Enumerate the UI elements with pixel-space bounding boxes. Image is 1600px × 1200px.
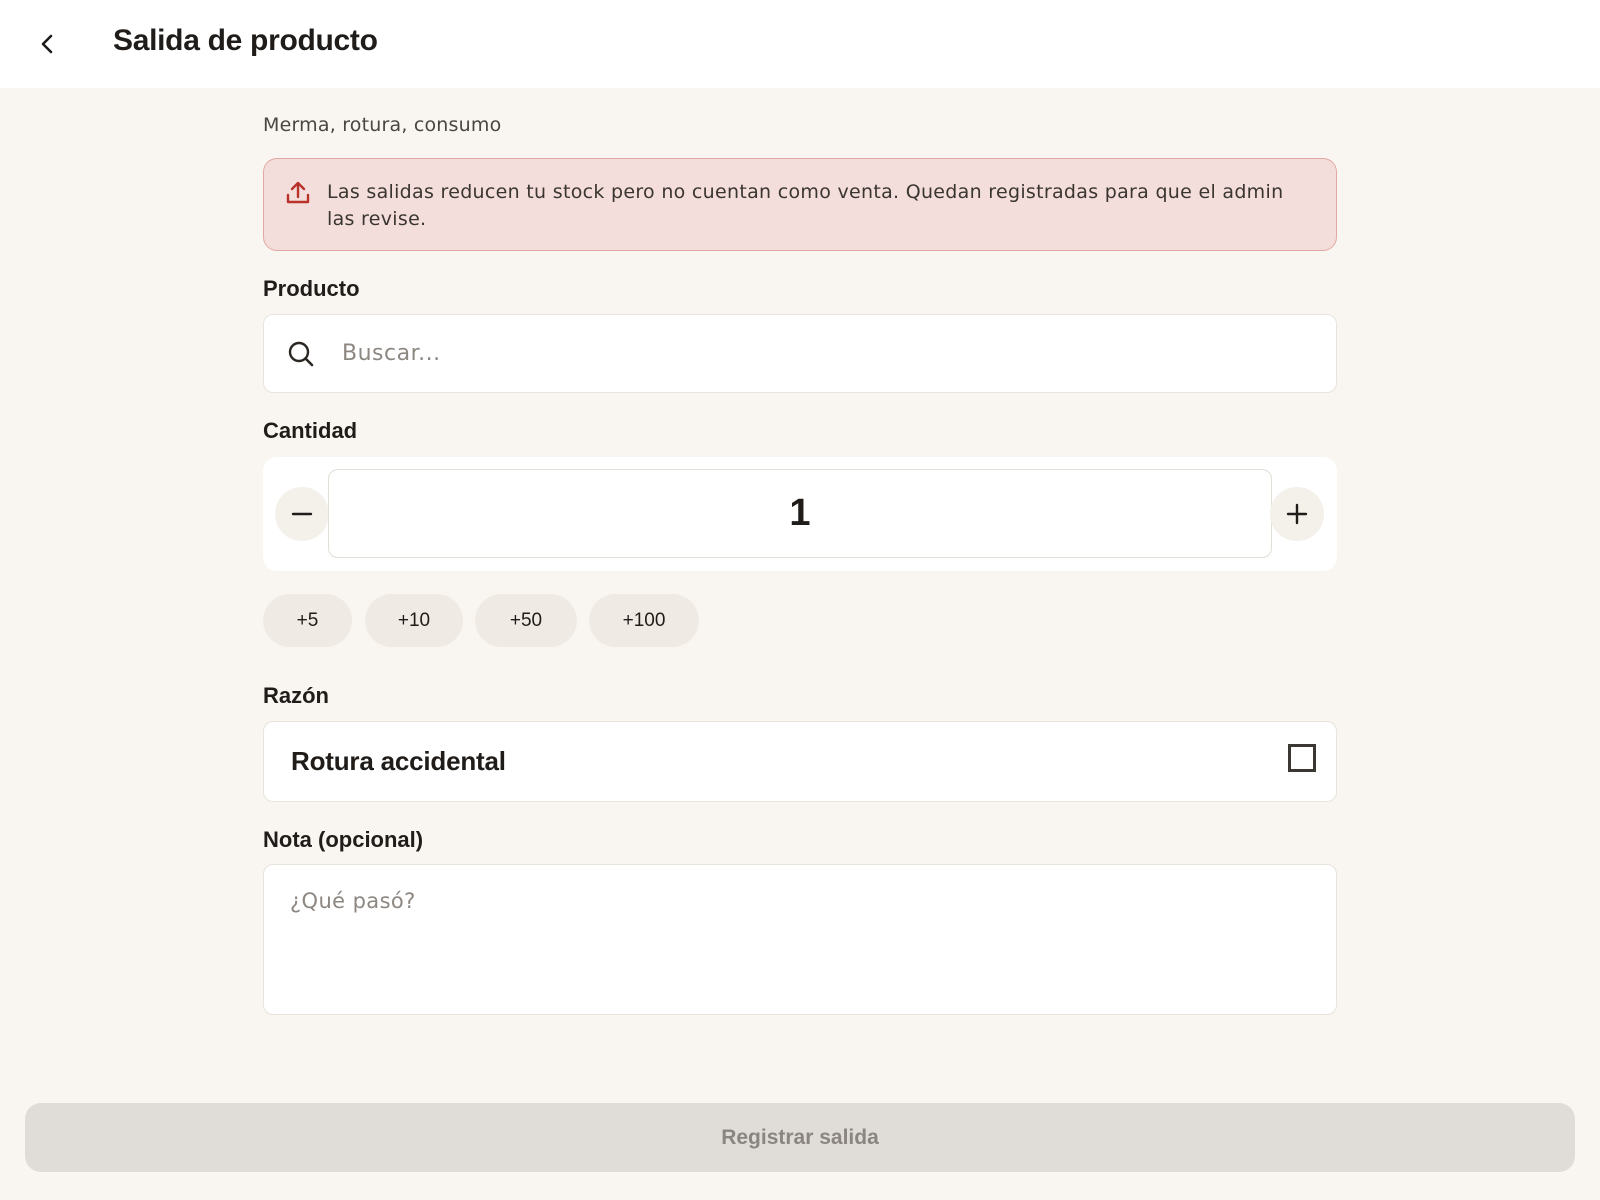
- search-input[interactable]: [342, 315, 1302, 391]
- page-subtitle: Merma, rotura, consumo: [263, 114, 502, 136]
- quantity-stepper: 1: [263, 457, 1337, 571]
- quick-add-50-button[interactable]: +50: [475, 594, 577, 647]
- note-label: Nota (opcional): [263, 827, 424, 852]
- search-icon: [288, 341, 314, 367]
- increment-button[interactable]: [1270, 487, 1324, 541]
- info-alert: Las salidas reducen tu stock pero no cue…: [263, 158, 1337, 251]
- register-output-button[interactable]: Registrar salida: [25, 1103, 1575, 1172]
- chevron-left-icon: [41, 34, 53, 54]
- top-bar: Salida de producto: [0, 0, 1600, 88]
- product-label: Producto: [263, 276, 360, 301]
- plus-icon: [1286, 503, 1308, 525]
- note-textarea[interactable]: [290, 889, 1310, 999]
- reason-select[interactable]: Rotura accidental: [263, 721, 1337, 802]
- alert-text: Las salidas reducen tu stock pero no cue…: [327, 181, 1284, 230]
- product-search[interactable]: [263, 314, 1337, 393]
- note-field[interactable]: [263, 864, 1337, 1015]
- reason-selected-value: Rotura accidental: [291, 746, 506, 776]
- minus-icon: [291, 512, 313, 516]
- decrement-button[interactable]: [275, 487, 329, 541]
- quantity-label: Cantidad: [263, 418, 358, 443]
- back-button[interactable]: [26, 22, 70, 66]
- quick-add-5-button[interactable]: +5: [263, 594, 352, 647]
- dropdown-square-icon: [1288, 744, 1316, 772]
- upload-icon: [286, 181, 310, 204]
- page-title: Salida de producto: [113, 24, 378, 57]
- quick-add-100-button[interactable]: +100: [589, 594, 699, 647]
- quantity-input[interactable]: 1: [328, 469, 1272, 558]
- reason-label: Razón: [263, 683, 329, 708]
- quick-add-10-button[interactable]: +10: [365, 594, 463, 647]
